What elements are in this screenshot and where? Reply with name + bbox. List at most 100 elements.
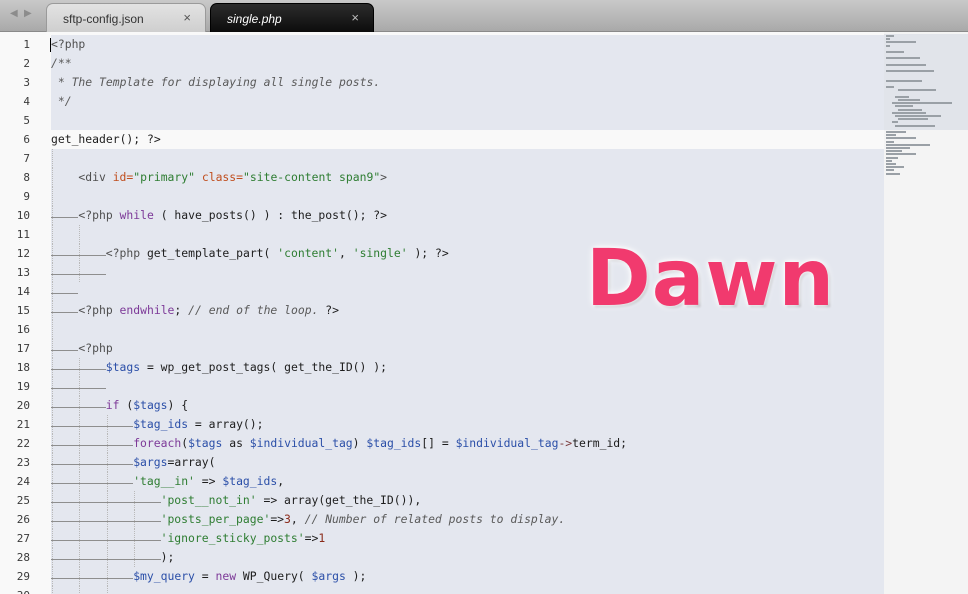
- minimap-line: [892, 102, 952, 105]
- indent-guide: [52, 548, 54, 567]
- code-line: <?php: [51, 339, 884, 358]
- code-token: $tags: [133, 398, 168, 412]
- code-token: if: [105, 398, 120, 412]
- code-line: 'tag__in' => $tag_ids,: [51, 472, 884, 491]
- minimap-line: [886, 150, 902, 153]
- code-token: $args: [133, 455, 168, 469]
- code-token: $tag_ids: [366, 436, 422, 450]
- code-token: ->: [558, 436, 573, 450]
- code-line: [51, 111, 884, 130]
- code-token: >: [380, 170, 388, 184]
- close-icon[interactable]: ×: [351, 10, 359, 25]
- code-token: while: [119, 208, 154, 222]
- code-token: ?>: [318, 303, 340, 317]
- indentation: [51, 301, 79, 313]
- minimap-line: [886, 140, 894, 143]
- code-token: "primary": [133, 170, 195, 184]
- code-line: <?php while ( have_posts() ) : the_post(…: [51, 206, 884, 225]
- code-token: <?php: [78, 303, 120, 317]
- indent-guide: [134, 491, 136, 510]
- indent-guide: [134, 510, 136, 529]
- code-token: 'tag__in': [133, 474, 195, 488]
- theme-name-watermark: Dawn: [586, 234, 835, 324]
- code-token: <?php: [78, 208, 120, 222]
- indent-guide: [52, 472, 54, 491]
- line-number: 19: [16, 380, 30, 393]
- indent-guide: [79, 491, 81, 510]
- code-token: id=: [112, 170, 134, 184]
- code-line: 'post__not_in' => array(get_the_ID()),: [51, 491, 884, 510]
- indentation: [51, 263, 106, 275]
- indent-guide: [79, 586, 81, 594]
- tab-single-php[interactable]: single.php ×: [210, 3, 374, 32]
- line-number: 4: [23, 95, 30, 108]
- code-line: [51, 187, 884, 206]
- code-token: );: [345, 569, 367, 583]
- code-token: // Number of related posts to display.: [304, 512, 566, 526]
- line-number: 2: [23, 57, 30, 70]
- indent-guide: [52, 263, 54, 282]
- line-number: 15: [16, 304, 30, 317]
- indent-guide: [52, 529, 54, 548]
- indent-guide: [106, 586, 109, 594]
- minimap-line: [886, 70, 934, 73]
- indentation: [51, 244, 106, 256]
- code-token: /**: [51, 56, 72, 70]
- code-line: */: [51, 92, 884, 111]
- code-token: ) {: [167, 398, 189, 412]
- code-token: [] =: [421, 436, 456, 450]
- indentation: [51, 567, 134, 579]
- minimap-line: [895, 115, 941, 117]
- tab-sftp-config[interactable]: sftp-config.json ×: [46, 3, 206, 32]
- code-token: $my_query: [133, 569, 195, 583]
- code-line: [51, 149, 884, 168]
- indent-guide: [79, 510, 81, 529]
- line-number: 6: [23, 133, 30, 146]
- minimap-line: [898, 118, 928, 121]
- code-token: * The Template for displaying all single…: [51, 75, 381, 89]
- line-number: 3: [23, 76, 30, 89]
- minimap-line: [886, 86, 894, 89]
- close-icon[interactable]: ×: [183, 10, 191, 25]
- indent-guide: [52, 320, 54, 339]
- indent-guide: [106, 472, 109, 491]
- indent-guide: [52, 358, 54, 377]
- code-token: ,: [339, 246, 353, 260]
- code-token: <?php: [105, 246, 147, 260]
- indent-guide: [52, 187, 54, 206]
- indent-guide: [106, 567, 109, 586]
- code-token: term_id;: [572, 436, 628, 450]
- minimap[interactable]: [884, 32, 968, 594]
- code-token: =>: [270, 512, 285, 526]
- minimap-line: [886, 35, 894, 37]
- tab-nav-left-icon[interactable]: ◀: [10, 8, 18, 19]
- indent-guide: [79, 548, 81, 567]
- indent-guide: [79, 244, 81, 263]
- code-token: */: [51, 94, 72, 108]
- line-number: 27: [16, 532, 30, 545]
- minimap-line: [895, 95, 909, 98]
- indent-guide: [79, 529, 81, 548]
- code-line: /**: [51, 54, 884, 73]
- code-token: $individual_tag: [455, 436, 559, 450]
- line-number: 8: [23, 171, 30, 184]
- indent-guide: [106, 529, 109, 548]
- line-number: 1: [23, 38, 30, 51]
- code-line: foreach($tags as $individual_tag) $tag_i…: [51, 434, 884, 453]
- code-token: (: [119, 398, 134, 412]
- indent-guide: [106, 491, 109, 510]
- code-token: 'post__not_in': [160, 493, 257, 507]
- code-token: as: [222, 436, 250, 450]
- code-line: <?php: [50, 35, 884, 54]
- code-token: foreach: [133, 436, 182, 450]
- minimap-line: [886, 147, 910, 149]
- code-token: => array(get_the_ID()),: [256, 493, 422, 507]
- indent-guide: [79, 453, 81, 472]
- code-token: 1: [318, 531, 326, 545]
- code-token: 'posts_per_page': [160, 512, 271, 526]
- indent-guide: [52, 491, 54, 510]
- code-line: $tag_ids = array();: [51, 415, 884, 434]
- line-number: 9: [23, 190, 30, 203]
- tab-nav-right-icon[interactable]: ▶: [24, 8, 32, 19]
- indent-guide: [52, 244, 54, 263]
